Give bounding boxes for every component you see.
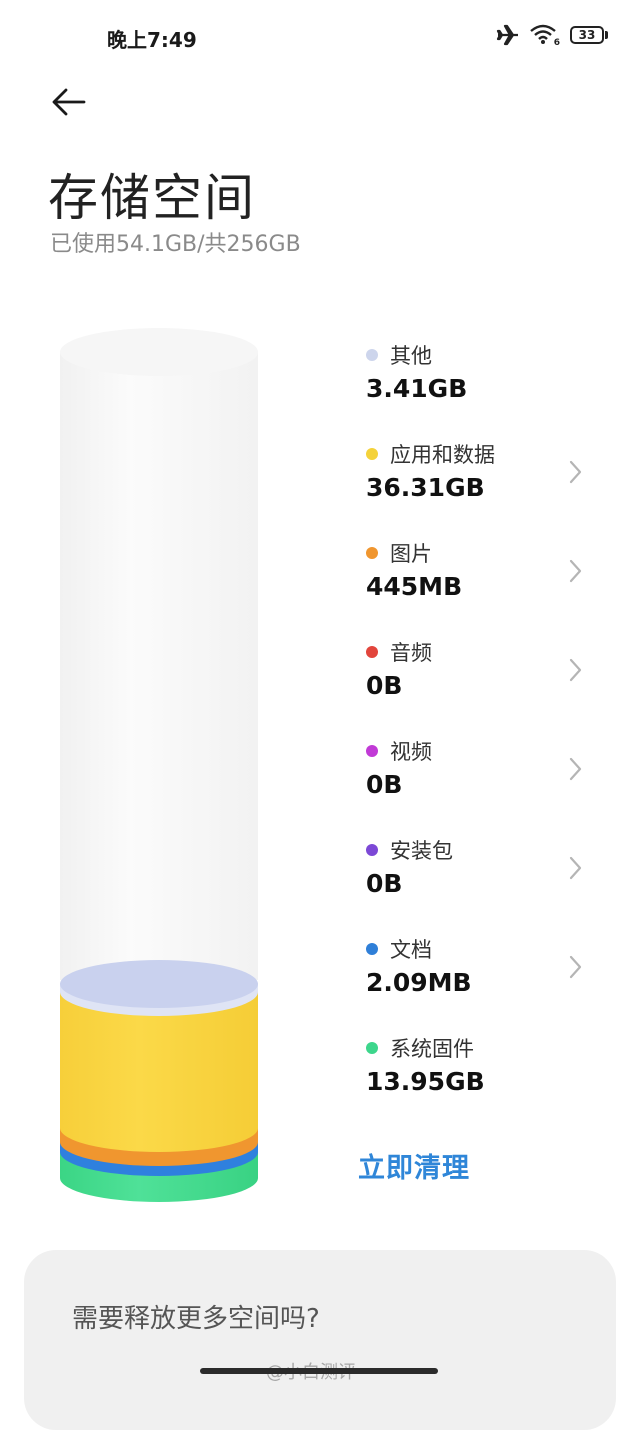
category-size: 445MB bbox=[366, 572, 463, 601]
storage-cylinder-chart bbox=[40, 320, 280, 1220]
legend-dot bbox=[366, 547, 378, 559]
category-name: 视频 bbox=[390, 740, 432, 764]
category-size: 36.31GB bbox=[366, 473, 485, 502]
legend-dot bbox=[366, 646, 378, 658]
back-button[interactable] bbox=[48, 82, 92, 122]
legend-dot bbox=[366, 943, 378, 955]
category-other: 其他 3.41GB bbox=[356, 338, 606, 437]
battery-icon: 33 bbox=[570, 26, 608, 44]
cylinder-top-cap bbox=[60, 328, 258, 376]
legend-dot bbox=[366, 349, 378, 361]
page-title: 存储空间 bbox=[48, 169, 256, 227]
wifi-badge: 6 bbox=[553, 38, 560, 48]
category-name: 文档 bbox=[390, 938, 432, 962]
chevron-right-icon bbox=[569, 856, 582, 880]
category-size: 2.09MB bbox=[366, 968, 472, 997]
chevron-right-icon bbox=[569, 955, 582, 979]
status-bar: 晚上7:49 6 33 bbox=[0, 22, 640, 56]
category-documents[interactable]: 文档 2.09MB bbox=[356, 932, 606, 1031]
clean-now-button[interactable]: 立即清理 bbox=[358, 1146, 470, 1185]
chevron-right-icon bbox=[569, 658, 582, 682]
category-video[interactable]: 视频 0B bbox=[356, 734, 606, 833]
category-size: 0B bbox=[366, 671, 403, 700]
category-system-firmware: 系统固件 13.95GB bbox=[356, 1031, 606, 1130]
category-name: 音频 bbox=[390, 641, 432, 665]
legend-dot bbox=[366, 1042, 378, 1054]
airplane-icon bbox=[496, 24, 518, 46]
legend-dot bbox=[366, 448, 378, 460]
category-name: 应用和数据 bbox=[390, 443, 495, 467]
storage-usage-summary: 已使用54.1GB/共256GB bbox=[50, 232, 301, 257]
category-name: 系统固件 bbox=[390, 1037, 474, 1061]
storage-cylinder bbox=[60, 328, 258, 1202]
segment-top-surface bbox=[60, 960, 258, 1008]
category-install-packages[interactable]: 安装包 0B bbox=[356, 833, 606, 932]
wifi-icon: 6 bbox=[530, 24, 560, 48]
free-up-space-card[interactable]: 需要释放更多空间吗? bbox=[24, 1250, 616, 1430]
chevron-right-icon bbox=[569, 757, 582, 781]
category-size: 13.95GB bbox=[366, 1067, 485, 1096]
category-name: 其他 bbox=[390, 344, 432, 368]
cylinder-empty-body bbox=[60, 352, 258, 980]
legend-dot bbox=[366, 745, 378, 757]
category-size: 3.41GB bbox=[366, 374, 468, 403]
storage-category-list: 其他 3.41GB 应用和数据 36.31GB 图片 445MB 音频 0B 视… bbox=[356, 338, 606, 1130]
status-icons: 6 33 bbox=[496, 24, 608, 48]
category-apps-and-data[interactable]: 应用和数据 36.31GB bbox=[356, 437, 606, 536]
arrow-left-icon bbox=[52, 88, 86, 116]
category-name: 图片 bbox=[390, 542, 432, 566]
battery-tip bbox=[605, 31, 608, 39]
category-size: 0B bbox=[366, 869, 403, 898]
legend-dot bbox=[366, 844, 378, 856]
battery-level: 33 bbox=[570, 26, 604, 44]
status-time: 晚上7:49 bbox=[107, 28, 197, 52]
category-name: 安装包 bbox=[390, 839, 453, 863]
chevron-right-icon bbox=[569, 559, 582, 583]
home-indicator[interactable] bbox=[200, 1368, 438, 1374]
category-audio[interactable]: 音频 0B bbox=[356, 635, 606, 734]
category-size: 0B bbox=[366, 770, 403, 799]
free-up-space-title: 需要释放更多空间吗? bbox=[72, 1304, 320, 1334]
category-images[interactable]: 图片 445MB bbox=[356, 536, 606, 635]
chevron-right-icon bbox=[569, 460, 582, 484]
